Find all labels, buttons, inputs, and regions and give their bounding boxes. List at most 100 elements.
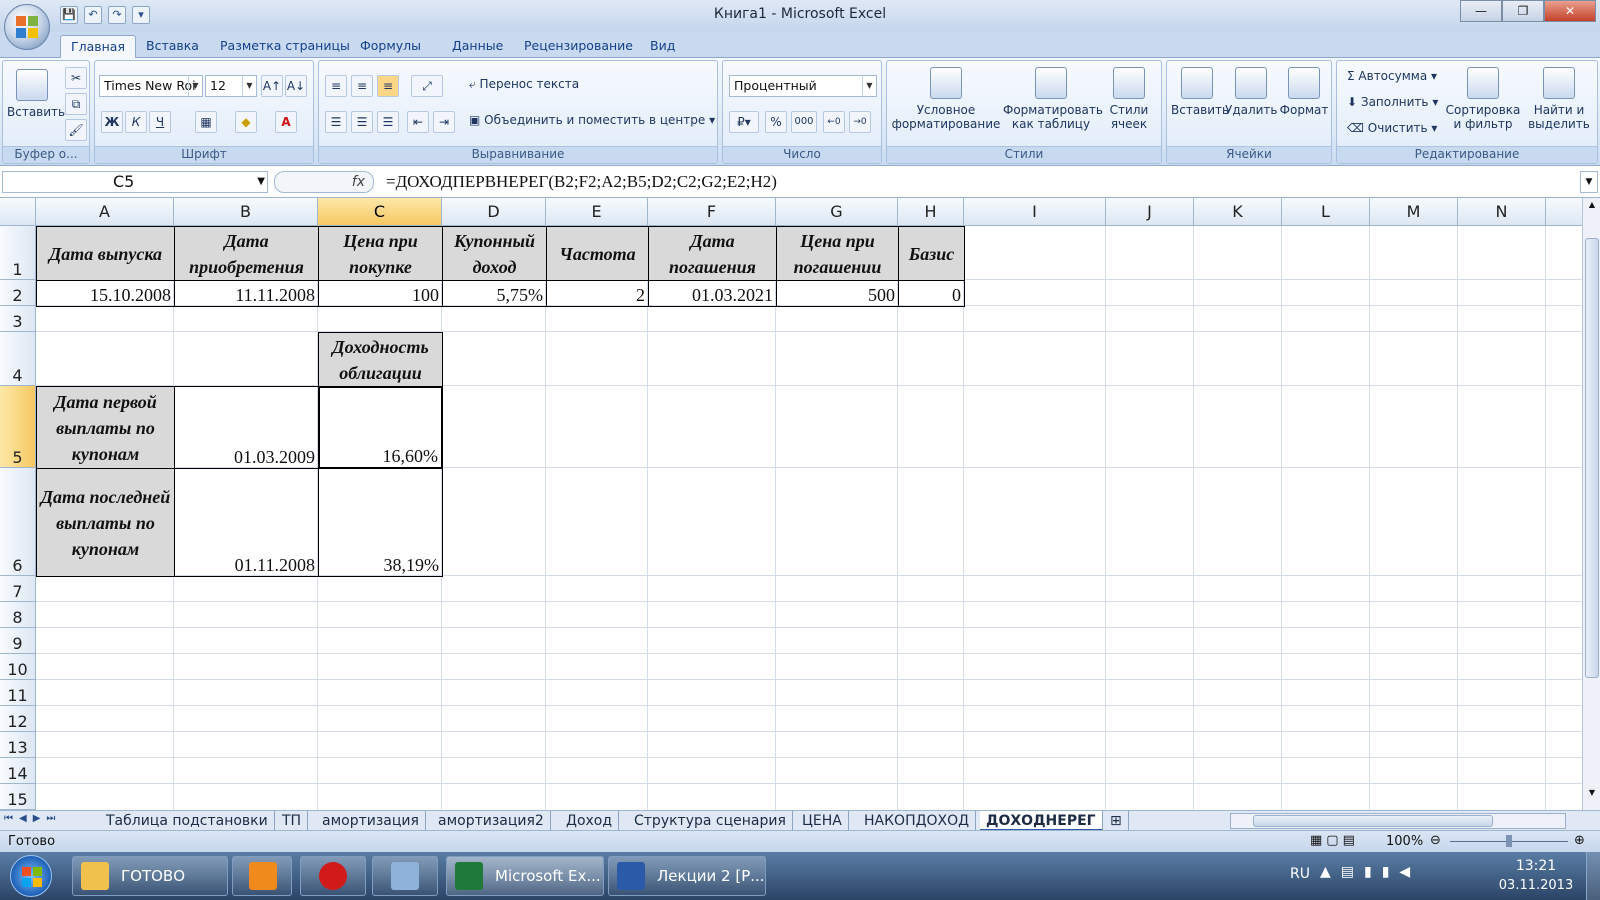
delete-cells-button[interactable]: Удалить: [1225, 67, 1278, 117]
zoom-thumb[interactable]: [1506, 835, 1512, 847]
name-box[interactable]: C5 ▼: [2, 171, 268, 193]
number-format-combo[interactable]: Процентный ▼: [729, 75, 877, 97]
column-header[interactable]: L: [1282, 198, 1370, 226]
merge-center-button[interactable]: ▣ Объединить и поместить в центре ▾: [469, 113, 715, 127]
column-header[interactable]: E: [546, 198, 648, 226]
taskbar-folder[interactable]: ГОТОВО: [72, 856, 228, 896]
shrink-font-icon[interactable]: A↓: [285, 75, 307, 97]
tab-page-layout[interactable]: Разметка страницы: [210, 35, 360, 58]
tab-formulas[interactable]: Формулы: [350, 35, 431, 58]
sort-filter-button[interactable]: Сортировка и фильтр: [1445, 67, 1521, 131]
vertical-scrollbar[interactable]: ▲ ▼: [1582, 198, 1600, 810]
column-header[interactable]: D: [442, 198, 546, 226]
increase-indent-icon[interactable]: ⇥: [433, 111, 455, 133]
tab-view[interactable]: Вид: [640, 35, 685, 58]
row-header[interactable]: 11: [0, 680, 36, 706]
align-top-icon[interactable]: ≡: [325, 75, 347, 97]
row-header[interactable]: 3: [0, 306, 36, 332]
fill-button[interactable]: ⬇ Заполнить ▾: [1347, 95, 1438, 109]
row-header[interactable]: 6: [0, 468, 36, 576]
column-header[interactable]: B: [174, 198, 318, 226]
cell-F2[interactable]: 01.03.2021: [648, 280, 777, 307]
increase-decimal-icon[interactable]: ←0: [823, 111, 845, 133]
taskbar-media-player[interactable]: [232, 856, 292, 896]
scroll-up-icon[interactable]: ▲: [1585, 200, 1599, 216]
row-header[interactable]: 7: [0, 576, 36, 602]
tab-data[interactable]: Данные: [442, 35, 513, 58]
cell-C4[interactable]: Доходность облигации: [318, 332, 443, 387]
language-indicator[interactable]: RU: [1290, 866, 1310, 882]
insert-function-button[interactable]: fx: [274, 171, 374, 193]
column-header[interactable]: A: [36, 198, 174, 226]
align-right-icon[interactable]: ☰: [377, 111, 399, 133]
sheet-tab[interactable]: Доход: [560, 811, 620, 831]
row-header[interactable]: 14: [0, 758, 36, 784]
row-header[interactable]: 4: [0, 332, 36, 386]
cut-icon[interactable]: ✂: [65, 67, 87, 89]
column-header[interactable]: I: [964, 198, 1106, 226]
cell-C2[interactable]: 100: [318, 280, 443, 307]
redo-icon[interactable]: ↷: [108, 6, 126, 24]
zoom-slider[interactable]: ⊖ ⊕: [1430, 833, 1590, 849]
worksheet-grid[interactable]: A B C D E F G H I J K L M N 1 2 3 4 5 6 …: [0, 198, 1582, 810]
close-button[interactable]: ✕: [1544, 0, 1596, 22]
taskbar-word[interactable]: Лекции 2 [Р...: [608, 856, 766, 896]
row-header[interactable]: 2: [0, 280, 36, 306]
zoom-level[interactable]: 100%: [1386, 834, 1423, 849]
find-select-button[interactable]: Найти и выделить: [1523, 67, 1595, 131]
cell-A6[interactable]: Дата последней выплаты по купонам: [36, 468, 175, 577]
format-as-table-button[interactable]: Форматировать как таблицу: [1003, 67, 1103, 131]
cell-G2[interactable]: 500: [776, 280, 899, 307]
cell-H1[interactable]: Базис: [898, 226, 965, 281]
font-color-icon[interactable]: A: [275, 111, 297, 133]
paste-button[interactable]: Вставить: [7, 69, 65, 119]
cell-B1[interactable]: Дата приобретения: [174, 226, 319, 281]
tab-review[interactable]: Рецензирование: [514, 35, 643, 58]
orientation-icon[interactable]: ⤢: [411, 75, 443, 97]
maximize-button[interactable]: ❐: [1502, 0, 1544, 22]
grow-font-icon[interactable]: A↑: [261, 75, 283, 97]
format-cells-button[interactable]: Формат: [1279, 67, 1329, 117]
sheet-nav-icon[interactable]: ⏮◀▶⏭: [4, 813, 61, 824]
cell-E1[interactable]: Частота: [546, 226, 649, 281]
cell-E2[interactable]: 2: [546, 280, 649, 307]
save-icon[interactable]: 💾: [60, 6, 78, 24]
decrease-decimal-icon[interactable]: →0: [849, 111, 871, 133]
customize-qat-icon[interactable]: ▾: [132, 6, 150, 24]
row-header[interactable]: 12: [0, 706, 36, 732]
sheet-tab-active[interactable]: ДОХОДНЕРЕГ: [980, 811, 1103, 831]
conditional-formatting-button[interactable]: Условное форматирование: [891, 67, 1001, 131]
office-button[interactable]: [4, 4, 50, 50]
cell-D1[interactable]: Купонный доход: [442, 226, 547, 281]
cell-A5[interactable]: Дата первой выплаты по купонам: [36, 386, 175, 469]
font-name-combo[interactable]: Times New Roi ▼: [99, 75, 203, 97]
column-header[interactable]: N: [1458, 198, 1546, 226]
cell-C1[interactable]: Цена при покупке: [318, 226, 443, 281]
show-desktop-button[interactable]: [1586, 852, 1600, 900]
cell-G1[interactable]: Цена при погашении: [776, 226, 899, 281]
cell-A1[interactable]: Дата выпуска: [36, 226, 175, 281]
column-header[interactable]: H: [898, 198, 964, 226]
row-header-selected[interactable]: 5: [0, 386, 36, 468]
undo-icon[interactable]: ↶: [84, 6, 102, 24]
cell-styles-button[interactable]: Стили ячеек: [1101, 67, 1157, 131]
column-header[interactable]: J: [1106, 198, 1194, 226]
row-header[interactable]: 15: [0, 784, 36, 810]
clock-time[interactable]: 13:21: [1496, 858, 1576, 874]
zoom-out-icon[interactable]: ⊖: [1430, 833, 1441, 848]
column-header-selected[interactable]: C: [318, 198, 442, 226]
borders-icon[interactable]: ▦: [195, 111, 217, 133]
column-header[interactable]: F: [648, 198, 776, 226]
clock-date[interactable]: 03.11.2013: [1490, 878, 1582, 893]
cell-A2[interactable]: 15.10.2008: [36, 280, 175, 307]
sheet-tab[interactable]: Структура сценария: [628, 811, 793, 831]
scroll-thumb[interactable]: [1585, 238, 1599, 678]
bold-button[interactable]: Ж: [101, 111, 123, 133]
view-buttons-icon[interactable]: ▦▢▤: [1310, 833, 1359, 848]
sheet-tab[interactable]: ТП: [276, 811, 309, 831]
wrap-text-button[interactable]: ⤶ Перенос текста: [469, 77, 579, 92]
column-header[interactable]: K: [1194, 198, 1282, 226]
insert-sheet-icon[interactable]: ⊞: [1104, 811, 1129, 831]
taskbar-opera[interactable]: [300, 856, 366, 896]
fill-color-icon[interactable]: ◆: [235, 111, 257, 133]
